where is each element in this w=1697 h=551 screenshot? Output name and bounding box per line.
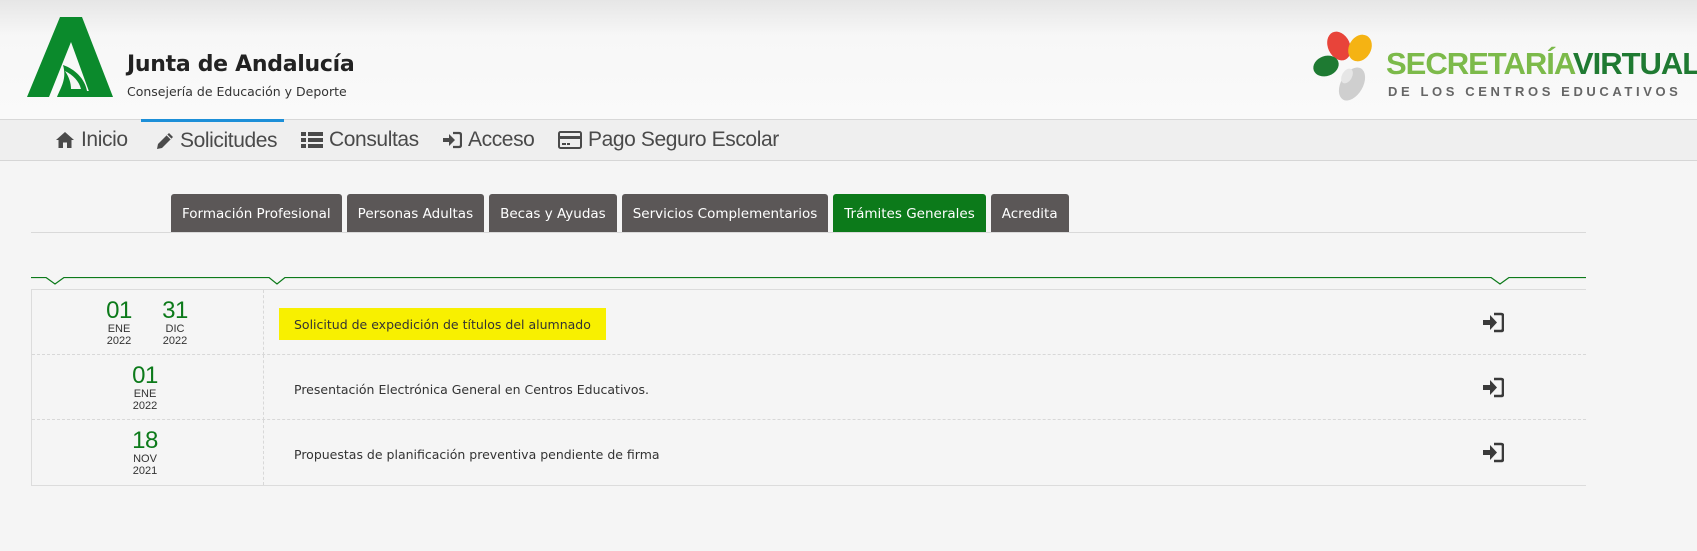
nav-label: Inicio — [81, 128, 128, 151]
nav-consultas[interactable]: Consultas — [301, 120, 419, 160]
table-row: 18 NOV 2021 Propuestas de planificación … — [32, 420, 1586, 485]
nav-label: Acceso — [468, 128, 535, 151]
date-column: 01 ENE 2022 31 DIC 2022 — [32, 290, 264, 355]
list-icon — [301, 132, 323, 148]
nav-solicitudes[interactable]: Solicitudes — [141, 119, 284, 159]
sign-in-icon[interactable] — [1482, 442, 1504, 463]
procedure-title-link[interactable]: Propuestas de planificación preventiva p… — [279, 438, 675, 470]
date-day: 18 — [132, 427, 158, 454]
tab-acredita[interactable]: Acredita — [990, 194, 1069, 233]
date-year: 2021 — [132, 465, 158, 477]
org-subtitle: Consejería de Educación y Deporte — [127, 84, 347, 99]
tab-becas-ayudas[interactable]: Becas y Ayudas — [489, 194, 617, 233]
date-day: 01 — [106, 297, 132, 324]
date-year: 2022 — [106, 335, 132, 347]
date-month: ENE — [133, 388, 157, 400]
main-nav: Inicio Solicitudes Consultas Acceso Pago… — [0, 119, 1697, 161]
tab-formacion-profesional[interactable]: Formación Profesional — [171, 194, 342, 233]
sign-in-icon — [443, 131, 462, 149]
pencil-icon — [157, 132, 173, 149]
start-date: 18 NOV 2021 — [125, 427, 165, 478]
nav-pago-seguro-escolar[interactable]: Pago Seguro Escolar — [558, 120, 779, 160]
tab-servicios-complementarios[interactable]: Servicios Complementarios — [621, 194, 829, 233]
nav-acceso[interactable]: Acceso — [442, 120, 535, 160]
date-column: 01 ENE 2022 — [32, 355, 264, 420]
date-month: ENE — [107, 323, 131, 335]
table-header-line — [31, 277, 1586, 285]
sign-in-icon[interactable] — [1482, 312, 1504, 333]
org-name: Junta de Andalucía — [127, 52, 355, 77]
site-header: Junta de Andalucía Consejería de Educaci… — [0, 0, 1697, 120]
secretaria-virtual-title: SECRETARÍAVIRTUAL — [1386, 48, 1697, 79]
category-tabs: Formación Profesional Personas Adultas B… — [171, 194, 1069, 233]
end-date: 31 DIC 2022 — [155, 297, 195, 348]
credit-card-icon — [558, 131, 582, 149]
date-year: 2022 — [162, 335, 188, 347]
tabs-divider — [31, 232, 1586, 233]
procedure-title-link[interactable]: Solicitud de expedición de títulos del a… — [279, 308, 606, 340]
date-day: 01 — [132, 362, 158, 389]
nav-label: Consultas — [329, 128, 419, 151]
start-date: 01 ENE 2022 — [99, 297, 139, 348]
nav-inicio[interactable]: Inicio — [55, 120, 128, 160]
home-icon — [56, 132, 74, 148]
procedure-title-link[interactable]: Presentación Electrónica General en Cent… — [279, 373, 664, 405]
tab-personas-adultas[interactable]: Personas Adultas — [346, 194, 485, 233]
sign-in-icon[interactable] — [1482, 377, 1504, 398]
sv-title-part-2: VIRTUAL — [1572, 46, 1697, 81]
table-row: 01 ENE 2022 Presentación Electrónica Gen… — [32, 355, 1586, 420]
secretaria-virtual-logo[interactable] — [1310, 28, 1392, 108]
date-month: DIC — [165, 323, 185, 335]
nav-label: Solicitudes — [180, 128, 278, 152]
table-row: 01 ENE 2022 31 DIC 2022 Solicitud de exp… — [32, 290, 1586, 355]
junta-andalucia-logo[interactable] — [27, 17, 113, 97]
tab-tramites-generales[interactable]: Trámites Generales — [833, 194, 986, 233]
procedures-table: 01 ENE 2022 31 DIC 2022 Solicitud de exp… — [31, 289, 1586, 486]
date-column: 18 NOV 2021 — [32, 420, 264, 485]
secretaria-virtual-subtitle: DE LOS CENTROS EDUCATIVOS — [1388, 84, 1682, 99]
sv-title-part-1: SECRETARÍA — [1386, 46, 1574, 81]
date-year: 2022 — [132, 400, 158, 412]
start-date: 01 ENE 2022 — [125, 362, 165, 413]
nav-label: Pago Seguro Escolar — [588, 128, 779, 151]
date-day: 31 — [162, 297, 188, 324]
date-month: NOV — [133, 453, 157, 465]
